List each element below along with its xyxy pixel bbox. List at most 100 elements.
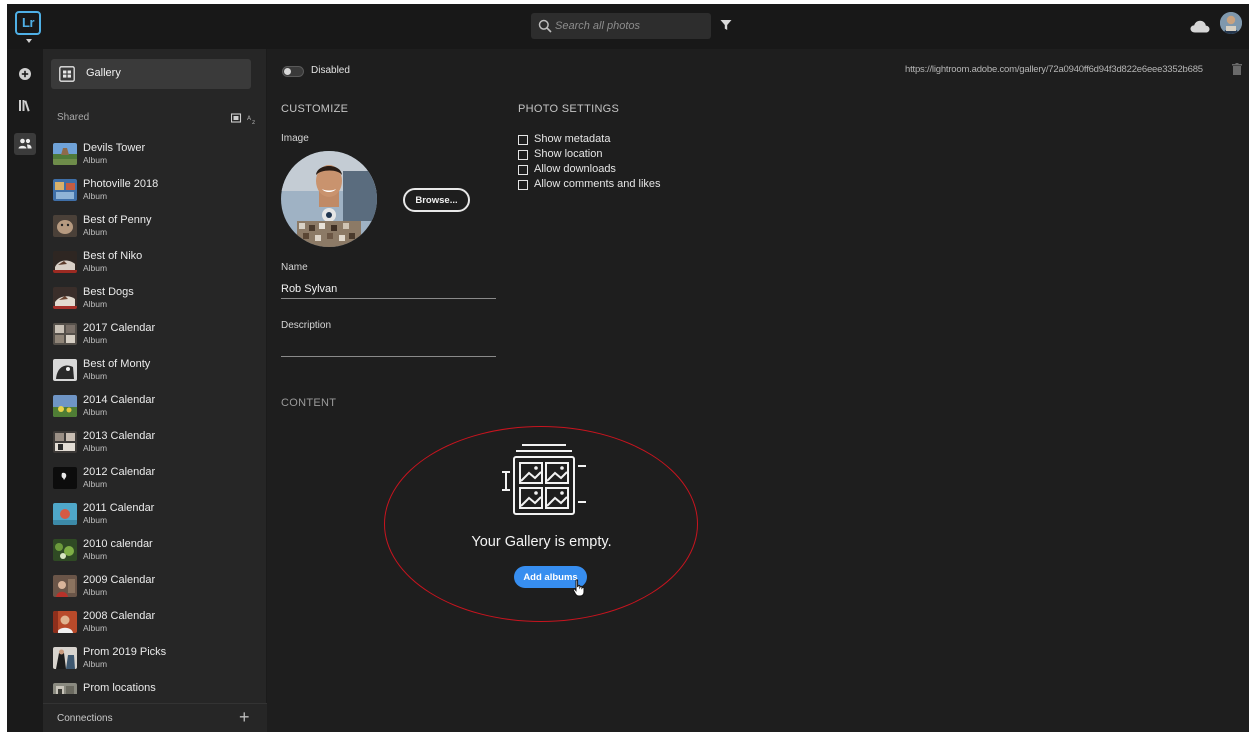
user-avatar[interactable] <box>1220 12 1242 34</box>
album-item[interactable]: 2017 Calendar Album <box>53 318 263 352</box>
album-name: 2011 Calendar <box>83 502 155 514</box>
new-shared-album-icon[interactable] <box>231 113 242 123</box>
album-item[interactable]: Photoville 2018 Album <box>53 174 263 208</box>
album-list: Devils Tower Album Photoville 2018 Album… <box>43 138 267 694</box>
album-thumbnail <box>53 683 77 694</box>
album-thumbnail <box>53 503 77 525</box>
empty-gallery-icon <box>502 444 586 515</box>
gallery-settings-panel: Disabled https://lightroom.adobe.com/gal… <box>268 49 1249 732</box>
filter-icon[interactable] <box>720 19 732 31</box>
sidebar-item-gallery[interactable]: Gallery <box>51 59 251 89</box>
album-thumbnail <box>53 359 77 381</box>
album-item[interactable]: 2009 Calendar Album <box>53 570 263 604</box>
album-thumbnail <box>53 647 77 669</box>
checkbox-box[interactable] <box>518 180 528 190</box>
customize-heading: CUSTOMIZE <box>281 103 349 115</box>
album-name: Prom locations <box>83 682 156 694</box>
album-item[interactable]: Best of Niko Album <box>53 246 263 280</box>
connections-bar: Connections + <box>43 703 267 732</box>
album-type: Album <box>83 659 108 669</box>
album-type: Album <box>83 479 108 489</box>
album-item[interactable]: 2012 Calendar Album <box>53 462 263 496</box>
gallery-url[interactable]: https://lightroom.adobe.com/gallery/72a0… <box>905 64 1203 75</box>
album-type: Album <box>83 155 108 165</box>
album-thumbnail <box>53 575 77 597</box>
album-thumbnail <box>53 251 77 273</box>
album-name: 2014 Calendar <box>83 394 156 406</box>
checkbox-label: Show location <box>534 148 603 160</box>
album-name: 2009 Calendar <box>83 574 156 586</box>
album-item[interactable]: 2010 calendar Album <box>53 534 263 568</box>
album-thumbnail <box>53 215 77 237</box>
image-label: Image <box>281 133 309 144</box>
name-field[interactable] <box>281 279 496 299</box>
album-type: Album <box>83 623 108 633</box>
content-heading: CONTENT <box>281 397 337 409</box>
album-name: 2012 Calendar <box>83 466 156 478</box>
sort-alpha-icon[interactable]: A z <box>247 115 255 125</box>
album-item[interactable]: Devils Tower Album <box>53 138 263 172</box>
library-button[interactable] <box>14 95 36 117</box>
album-item[interactable]: Prom locations Album <box>53 678 263 694</box>
lightroom-app: Lr Search all photos Gallery Shared A z … <box>7 4 1249 732</box>
library-icon <box>19 100 30 112</box>
album-type: Album <box>83 407 108 417</box>
album-type: Album <box>83 263 108 273</box>
gallery-icon <box>59 66 75 82</box>
gallery-enable-toggle[interactable] <box>282 66 304 77</box>
trash-icon[interactable] <box>1232 63 1242 75</box>
browse-button[interactable]: Browse... <box>403 188 470 212</box>
album-item[interactable]: Prom 2019 Picks Album <box>53 642 263 676</box>
album-item[interactable]: 2013 Calendar Album <box>53 426 263 460</box>
album-item[interactable]: Best Dogs Album <box>53 282 263 316</box>
album-thumbnail <box>53 179 77 201</box>
album-name: 2010 calendar <box>83 538 153 550</box>
search-icon <box>538 19 552 33</box>
album-type: Album <box>83 335 108 345</box>
album-thumbnail <box>53 467 77 489</box>
sidebar-item-label: Gallery <box>86 67 121 79</box>
cloud-icon[interactable] <box>1190 20 1210 33</box>
album-name: Photoville 2018 <box>83 178 159 190</box>
album-item[interactable]: 2008 Calendar Album <box>53 606 263 640</box>
add-connection-icon[interactable]: + <box>239 708 250 726</box>
album-thumbnail <box>53 395 77 417</box>
album-type: Album <box>83 191 108 201</box>
album-type: Album <box>83 587 108 597</box>
sort-tools[interactable]: A z <box>231 113 261 125</box>
description-field[interactable] <box>281 337 496 357</box>
album-item[interactable]: Best of Monty Album <box>53 354 263 388</box>
album-thumbnail <box>53 539 77 561</box>
album-type: Album <box>83 371 108 381</box>
search-input[interactable] <box>555 13 705 39</box>
search-box <box>531 13 711 39</box>
album-type: Album <box>83 515 108 525</box>
profile-photo <box>281 151 377 247</box>
album-name: 2013 Calendar <box>83 430 156 442</box>
toggle-knob <box>284 68 291 75</box>
shared-button[interactable] <box>14 133 36 155</box>
name-label: Name <box>281 262 308 273</box>
album-name: Best of Monty <box>83 358 151 370</box>
album-type: Album <box>83 551 108 561</box>
chevron-down-icon[interactable] <box>26 39 32 43</box>
album-thumbnail <box>53 287 77 309</box>
avatar-image <box>1220 12 1242 34</box>
connections-label: Connections <box>57 713 113 724</box>
toggle-label: Disabled <box>311 65 350 76</box>
album-item[interactable]: Best of Penny Album <box>53 210 263 244</box>
album-type: Album <box>83 299 108 309</box>
album-thumbnail <box>53 431 77 453</box>
checkbox-box[interactable] <box>518 150 528 160</box>
checkbox-box[interactable] <box>518 165 528 175</box>
album-name: 2017 Calendar <box>83 322 156 334</box>
album-item[interactable]: 2011 Calendar Album <box>53 498 263 532</box>
album-item[interactable]: 2014 Calendar Album <box>53 390 263 424</box>
checkbox-label: Show metadata <box>534 133 611 145</box>
photo-settings-heading: PHOTO SETTINGS <box>518 103 620 115</box>
app-logo[interactable]: Lr <box>15 11 41 35</box>
add-photos-button[interactable] <box>14 63 36 85</box>
checkbox-label: Allow downloads <box>534 163 616 175</box>
album-name: Best Dogs <box>83 286 134 298</box>
checkbox-box[interactable] <box>518 135 528 145</box>
